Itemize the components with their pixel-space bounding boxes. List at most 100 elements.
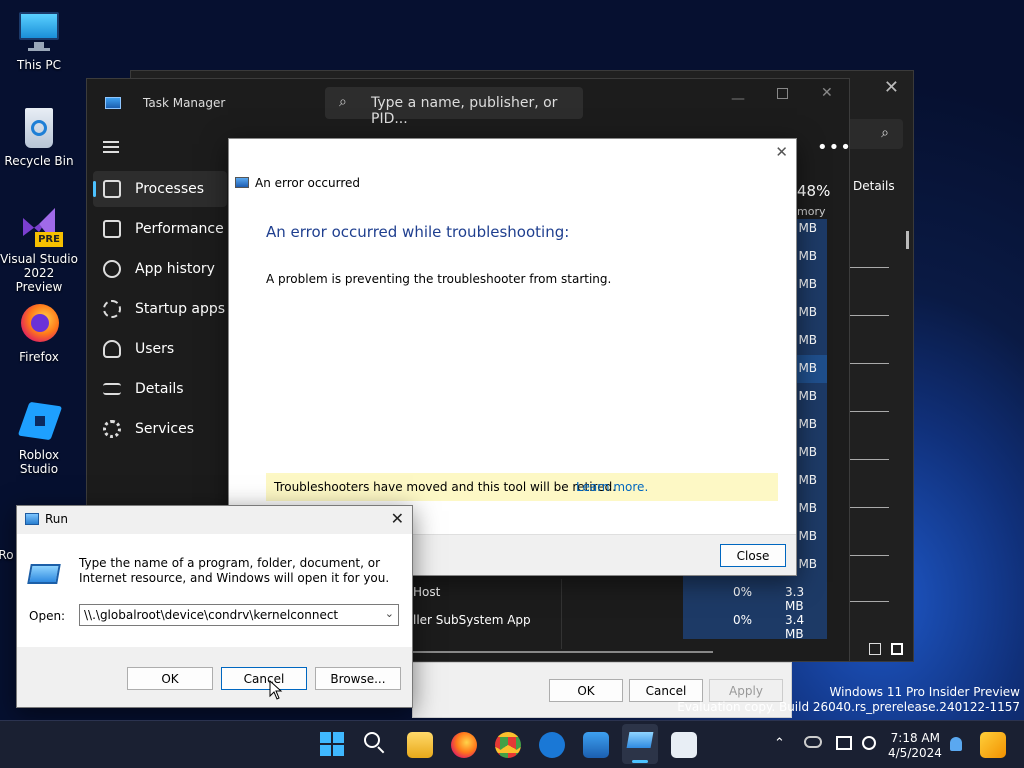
close-icon[interactable]: ✕ <box>391 509 404 528</box>
minimize-icon[interactable]: — <box>731 91 745 107</box>
mouse-cursor-icon <box>269 680 283 700</box>
search-icon[interactable]: ⌕ <box>881 125 889 141</box>
monitor-icon <box>17 10 61 54</box>
desktop-icon-firefox[interactable]: Firefox <box>0 302 78 364</box>
history-icon <box>103 260 121 278</box>
more-options-icon[interactable]: ••• <box>817 137 852 158</box>
startup-icon <box>103 300 121 318</box>
nav-app-history[interactable]: App history <box>93 251 227 287</box>
error-message: A problem is preventing the troubleshoot… <box>266 272 612 286</box>
processes-icon <box>103 180 121 198</box>
nav-label: Processes <box>135 181 205 197</box>
close-icon[interactable]: ✕ <box>821 85 833 101</box>
retirement-notice: Troubleshooters have moved and this tool… <box>266 473 778 501</box>
nav-processes[interactable]: Processes <box>93 171 227 207</box>
desktop-icon-this-pc[interactable]: This PC <box>0 10 78 72</box>
desktop-icon-label: Firefox <box>19 350 59 364</box>
search-box[interactable]: ⌕ Type a name, publisher, or PID... <box>325 87 583 127</box>
process-memory: 3.4 MB <box>785 613 805 641</box>
run-icon <box>626 732 654 748</box>
notice-text: Troubleshooters have moved and this tool… <box>274 480 617 494</box>
memory-percent: 48% <box>797 182 831 200</box>
desktop-icon-visual-studio[interactable]: PRE Visual Studio 2022 Preview <box>0 204 78 294</box>
run-taskbar-button[interactable] <box>622 724 658 764</box>
details-list-icon <box>103 383 121 395</box>
task-manager-app-icon <box>105 97 121 109</box>
roblox-studio-icon <box>17 400 63 444</box>
firefox-icon <box>17 302 61 346</box>
firefox-icon[interactable] <box>451 732 477 758</box>
nav-users[interactable]: Users <box>93 331 227 367</box>
search-icon[interactable] <box>364 732 386 754</box>
close-icon[interactable]: ✕ <box>775 143 788 161</box>
nav-startup-apps[interactable]: Startup apps <box>93 291 227 327</box>
ok-button[interactable]: OK <box>127 667 213 690</box>
users-icon <box>103 340 121 358</box>
clock-time: 7:18 AM <box>890 731 940 745</box>
close-button[interactable]: Close <box>720 544 786 567</box>
memory-column-header[interactable]: mory <box>797 205 825 218</box>
view-list-icon[interactable] <box>869 643 881 655</box>
cancel-button[interactable]: Cancel <box>221 667 307 690</box>
nav-services[interactable]: Services <box>93 411 227 447</box>
open-combobox[interactable]: \\.\globalroot\device\condrv\kernelconne… <box>79 604 399 626</box>
clock[interactable]: 7:18 AM 4/5/2024 <box>888 731 942 761</box>
open-input[interactable]: \\.\globalroot\device\condrv\kernelconne… <box>84 608 338 622</box>
close-icon[interactable]: ✕ <box>884 77 899 98</box>
recycle-bin-icon <box>17 106 61 150</box>
table-row[interactable]: ller SubSystem App 0% 3.4 MB <box>413 613 823 641</box>
watermark-line: Windows 11 Pro Insider Preview <box>829 685 1020 699</box>
chrome-icon[interactable] <box>495 732 521 758</box>
clock-date: 4/5/2024 <box>888 746 942 760</box>
evaluation-watermark: Windows 11 Pro Insider Preview Evaluatio… <box>677 685 1020 715</box>
start-windows-icon[interactable] <box>320 732 344 756</box>
properties-ok-button[interactable]: OK <box>549 679 623 702</box>
nav-label: Services <box>135 421 195 437</box>
process-cpu: 0% <box>733 613 753 627</box>
run-app-icon <box>25 513 39 525</box>
troubleshooter-icon[interactable] <box>671 732 697 758</box>
nav-label: App history <box>135 261 215 277</box>
process-cpu: 0% <box>733 585 753 599</box>
scrollbar-thumb[interactable] <box>906 231 909 249</box>
nav-label: Startup apps <box>135 301 226 317</box>
open-label: Open: <box>29 609 66 623</box>
process-memory: 3.3 MB <box>785 585 805 613</box>
performance-icon <box>103 220 121 238</box>
search-input[interactable]: Type a name, publisher, or PID... <box>371 95 583 127</box>
horizontal-scrollbar[interactable] <box>413 651 713 653</box>
nav-performance[interactable]: Performance <box>93 211 227 247</box>
desktop-icon-label: This PC <box>17 58 61 72</box>
hamburger-menu-icon[interactable] <box>103 141 119 153</box>
details-column-header[interactable]: Details <box>853 179 895 193</box>
file-explorer-icon[interactable] <box>407 732 433 758</box>
notifications-bell-icon[interactable] <box>950 737 962 751</box>
view-tiles-icon[interactable] <box>891 643 903 655</box>
run-dialog: Run ✕ Type the name of a program, folder… <box>16 505 413 708</box>
task-manager-icon[interactable] <box>583 732 609 758</box>
table-row[interactable]: Host 0% 3.3 MB <box>413 585 823 613</box>
dialog-title: Run <box>45 512 69 526</box>
maximize-icon[interactable] <box>777 88 788 99</box>
learn-more-link[interactable]: Learn more. <box>576 480 648 494</box>
chevron-down-icon[interactable]: ⌄ <box>385 607 394 620</box>
desktop-icon-roblox-studio[interactable]: Roblox Studio <box>0 400 78 476</box>
nav-label: Details <box>135 381 184 397</box>
nav-label: Users <box>135 341 175 357</box>
onedrive-cloud-icon[interactable] <box>804 736 822 748</box>
window-title: Task Manager <box>143 96 226 110</box>
pre-badge: PRE <box>35 232 63 247</box>
browse-button[interactable]: Browse... <box>315 667 401 690</box>
desktop-icon-recycle-bin[interactable]: Recycle Bin <box>0 106 78 168</box>
process-name: Host <box>413 585 441 599</box>
insider-pre-icon[interactable] <box>980 732 1006 758</box>
nav-details[interactable]: Details <box>93 371 227 407</box>
network-icon[interactable] <box>836 736 852 750</box>
watermark-line: Evaluation copy. Build 26040.rs_prerelea… <box>677 700 1020 714</box>
troubleshooter-icon <box>235 177 249 188</box>
search-icon: ⌕ <box>339 94 347 110</box>
dialog-title: An error occurred <box>255 176 361 190</box>
volume-icon[interactable] <box>862 736 876 750</box>
remote-app-icon[interactable] <box>539 732 565 758</box>
show-hidden-icons-chevron-icon[interactable]: ⌃ <box>774 736 785 751</box>
